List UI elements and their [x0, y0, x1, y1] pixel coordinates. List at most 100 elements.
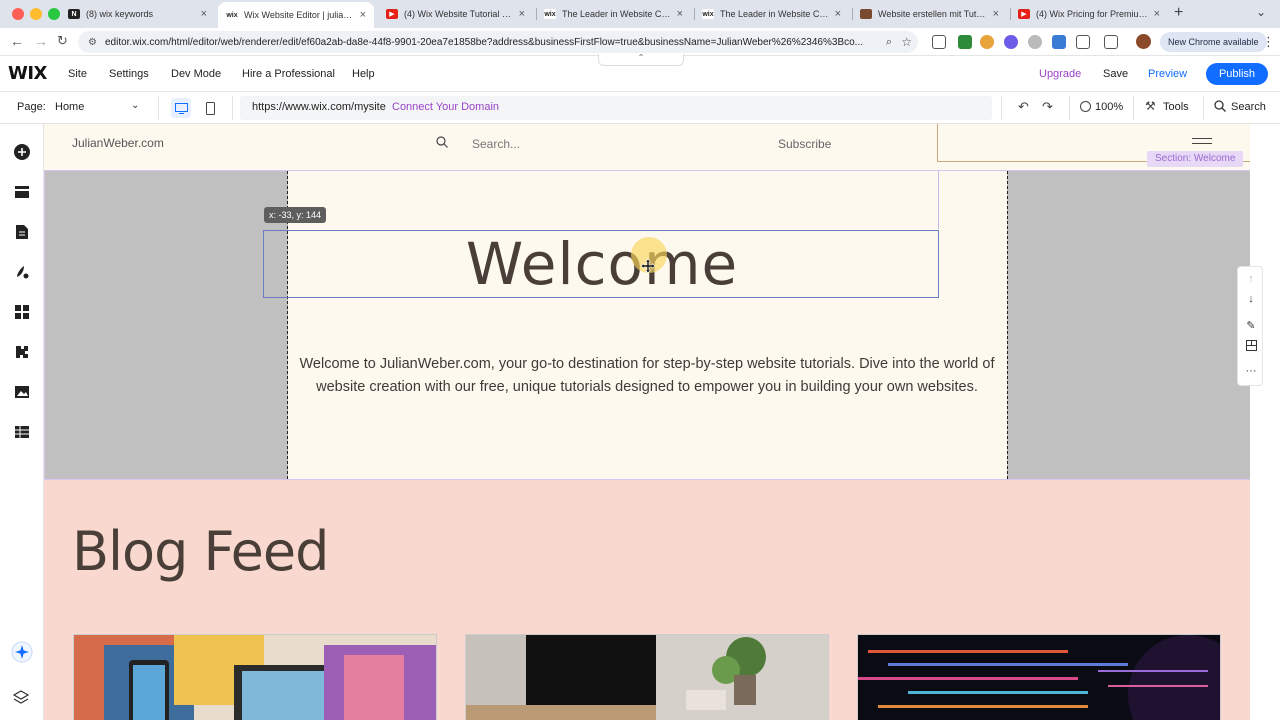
- menu-settings[interactable]: Settings: [109, 68, 149, 80]
- ai-assistant-icon[interactable]: [10, 640, 34, 664]
- zoom-icon[interactable]: ⌕: [886, 36, 892, 49]
- zoom-level[interactable]: 100%: [1095, 101, 1123, 113]
- preview-button[interactable]: Preview: [1148, 68, 1187, 80]
- chevron-down-icon[interactable]: ⌄: [131, 100, 139, 111]
- wix-icon: wix: [226, 10, 238, 20]
- extension-icon[interactable]: [980, 35, 994, 49]
- search-icon[interactable]: [436, 136, 448, 151]
- extensions-puzzle-icon[interactable]: [1076, 35, 1090, 49]
- menu-help[interactable]: Help: [352, 68, 375, 80]
- welcome-paragraph[interactable]: Welcome to JulianWeber.com, your go-to d…: [299, 353, 995, 399]
- menu-site[interactable]: Site: [68, 68, 87, 80]
- reload-icon[interactable]: ↻: [57, 33, 68, 49]
- add-section-icon[interactable]: [12, 182, 32, 202]
- welcome-title-selection[interactable]: Welcome: [263, 230, 939, 298]
- section-layout-icon[interactable]: [1243, 337, 1259, 353]
- browser-tab[interactable]: ▶ (4) Wix Pricing for Premium Plans ×: [1010, 3, 1168, 25]
- address-url[interactable]: editor.wix.com/html/editor/web/renderer/…: [105, 37, 865, 48]
- search-icon[interactable]: [1214, 100, 1226, 115]
- browser-tab[interactable]: N (8) wix keywords ×: [60, 3, 215, 25]
- right-gutter: [1007, 171, 1250, 479]
- undo-icon[interactable]: ↶: [1018, 99, 1029, 115]
- browser-tab[interactable]: ▶ (4) Wix Website Tutorial - YouTube ×: [378, 3, 533, 25]
- menu-hire-a-professional[interactable]: Hire a Professional: [242, 68, 335, 80]
- add-elements-icon[interactable]: [12, 142, 32, 162]
- add-apps-icon[interactable]: [12, 302, 32, 322]
- move-down-icon[interactable]: ↓: [1243, 291, 1259, 307]
- close-window-button[interactable]: [12, 8, 24, 20]
- layers-icon[interactable]: [12, 690, 30, 707]
- collapse-toolbar-chevron-icon[interactable]: ⌃: [598, 54, 684, 66]
- mobile-view-icon[interactable]: [200, 98, 220, 118]
- minimize-window-button[interactable]: [30, 8, 42, 20]
- desktop-view-icon[interactable]: [171, 98, 191, 118]
- extension-icon[interactable]: [958, 35, 972, 49]
- page-selector[interactable]: Home: [55, 101, 84, 113]
- editor-canvas[interactable]: JulianWeber.com Search... Subscribe Sect…: [44, 124, 1280, 720]
- person-icon: [860, 9, 872, 19]
- subscribe-link[interactable]: Subscribe: [778, 137, 831, 151]
- connect-domain-link[interactable]: Connect Your Domain: [392, 101, 499, 113]
- wix-logo[interactable]: WIX: [8, 63, 47, 84]
- site-name[interactable]: JulianWeber.com: [72, 136, 164, 150]
- site-design-icon[interactable]: [12, 262, 32, 282]
- browser-tab[interactable]: Website erstellen mit Tutorials ×: [852, 3, 1007, 25]
- close-tab-icon[interactable]: ×: [835, 8, 841, 20]
- cms-icon[interactable]: [12, 422, 32, 442]
- tools-button[interactable]: Tools: [1163, 101, 1189, 113]
- more-actions-icon[interactable]: ···: [1243, 363, 1259, 379]
- new-chrome-available-button[interactable]: New Chrome available: [1160, 32, 1267, 52]
- extension-icon[interactable]: [1004, 35, 1018, 49]
- pages-menu-icon[interactable]: [12, 222, 32, 242]
- chrome-menu-icon[interactable]: ⋮: [1262, 34, 1275, 50]
- blog-card-image[interactable]: [465, 634, 829, 720]
- search-button[interactable]: Search: [1231, 101, 1266, 113]
- blog-card-image[interactable]: [73, 634, 437, 720]
- new-tab-button[interactable]: +: [1174, 4, 1183, 22]
- save-button[interactable]: Save: [1103, 68, 1128, 80]
- site-url: https://www.wix.com/mysite: [252, 101, 386, 113]
- profile-avatar[interactable]: [1136, 34, 1151, 49]
- menu-dev-mode[interactable]: Dev Mode: [171, 68, 221, 80]
- close-tab-icon[interactable]: ×: [1154, 8, 1160, 20]
- extension-icon[interactable]: [1028, 35, 1042, 49]
- site-info-icon[interactable]: ⚙: [88, 37, 97, 48]
- screen-capture-icon[interactable]: [932, 35, 946, 49]
- maximize-window-button[interactable]: [48, 8, 60, 20]
- blog-card-image[interactable]: [857, 634, 1221, 720]
- move-up-icon[interactable]: ↑: [1243, 271, 1259, 287]
- blog-title[interactable]: Blog Feed: [72, 520, 329, 583]
- bookmark-star-icon[interactable]: ☆: [901, 35, 912, 49]
- tools-icon[interactable]: ⚒: [1145, 99, 1156, 113]
- welcome-section[interactable]: x: -33, y: 144 Welcome Welcome to Julian…: [44, 170, 1250, 480]
- upgrade-button[interactable]: Upgrade: [1039, 68, 1081, 80]
- hamburger-menu-icon[interactable]: [1192, 138, 1212, 144]
- browser-tab[interactable]: wix The Leader in Website Creation ×: [694, 3, 849, 25]
- publish-button[interactable]: Publish: [1206, 63, 1268, 85]
- redo-icon[interactable]: ↷: [1042, 99, 1053, 115]
- blog-section[interactable]: Blog Feed: [44, 480, 1250, 720]
- divider: [1001, 96, 1002, 120]
- close-tab-icon[interactable]: ×: [677, 8, 683, 20]
- extension-icon[interactable]: [1052, 35, 1066, 49]
- wix-icon: wix: [702, 9, 714, 19]
- close-tab-icon[interactable]: ×: [519, 8, 525, 20]
- site-search-input[interactable]: Search...: [472, 137, 520, 151]
- tab-search-chevron-icon[interactable]: ⌄: [1256, 5, 1266, 19]
- zoom-out-icon[interactable]: [1080, 101, 1091, 112]
- address-bar[interactable]: ⚙ editor.wix.com/html/editor/web/rendere…: [78, 31, 918, 53]
- side-panel-icon[interactable]: [1104, 35, 1118, 49]
- close-tab-icon[interactable]: ×: [360, 9, 366, 21]
- site-header[interactable]: JulianWeber.com Search... Subscribe Sect…: [44, 124, 1250, 170]
- media-icon[interactable]: [12, 382, 32, 402]
- business-tools-icon[interactable]: [12, 342, 32, 362]
- close-tab-icon[interactable]: ×: [993, 8, 999, 20]
- back-icon[interactable]: ←: [10, 33, 24, 49]
- forward-icon[interactable]: →: [34, 33, 48, 49]
- welcome-title[interactable]: Welcome: [264, 231, 940, 297]
- browser-tab-active[interactable]: wix Wix Website Editor | julianweber ×: [218, 2, 374, 28]
- close-tab-icon[interactable]: ×: [201, 8, 207, 20]
- edit-pencil-icon[interactable]: ✎: [1243, 317, 1259, 333]
- section-label[interactable]: Section: Welcome: [1147, 151, 1244, 167]
- browser-tab[interactable]: wix The Leader in Website Creation ×: [536, 3, 691, 25]
